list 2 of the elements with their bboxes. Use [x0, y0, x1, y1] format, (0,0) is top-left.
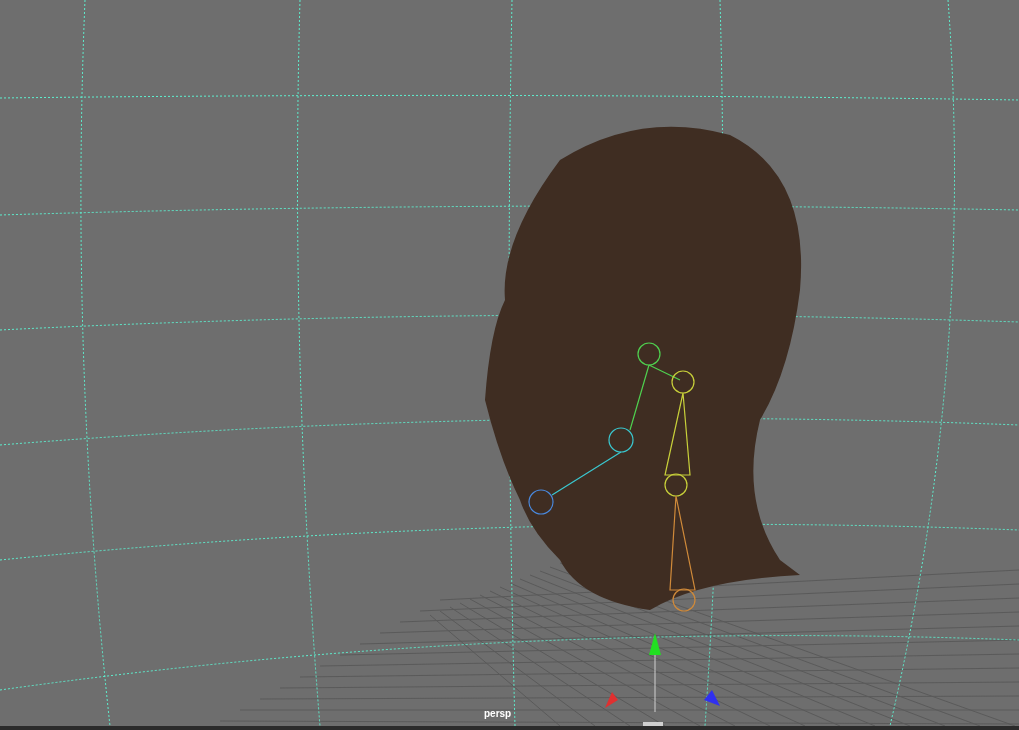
camera-label: persp [484, 707, 512, 721]
axis-gizmo-icon [605, 633, 720, 726]
